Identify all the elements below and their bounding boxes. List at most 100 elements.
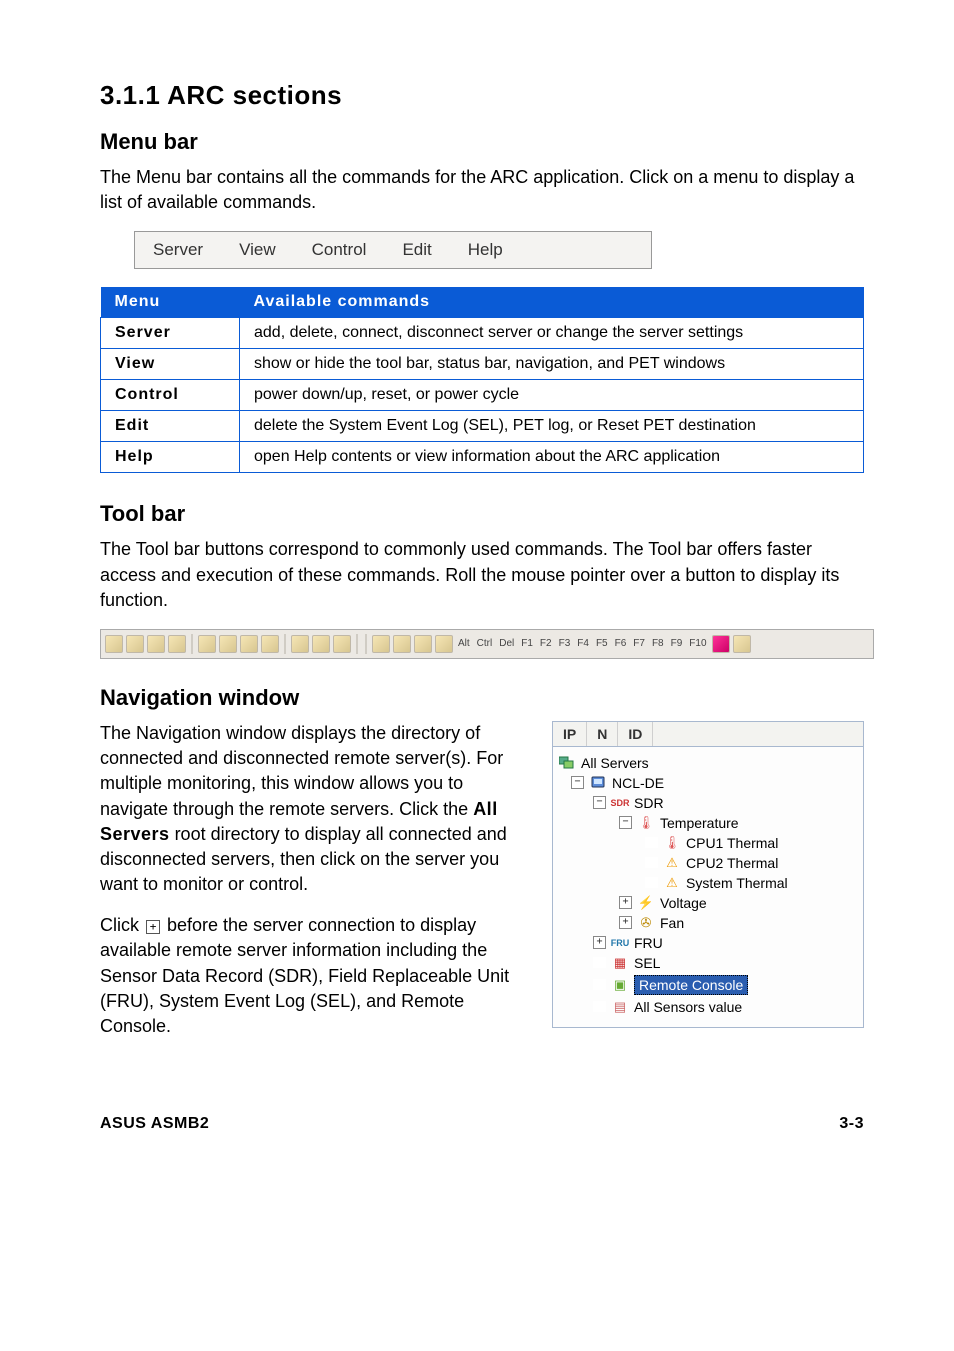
menubar-heading: Menu bar bbox=[100, 129, 864, 155]
toolbar-icon[interactable] bbox=[435, 635, 453, 653]
tab-id[interactable]: ID bbox=[618, 722, 653, 746]
toolbar-key[interactable]: F7 bbox=[633, 638, 645, 649]
tree-temperature[interactable]: − 🌡 Temperature bbox=[559, 813, 857, 833]
menu-edit[interactable]: Edit bbox=[402, 240, 431, 260]
row-desc: show or hide the tool bar, status bar, n… bbox=[240, 349, 864, 380]
toolbar-separator bbox=[365, 634, 367, 654]
toolbar-key[interactable]: F1 bbox=[521, 638, 533, 649]
collapse-icon[interactable]: − bbox=[593, 796, 606, 809]
toolbar-icon[interactable] bbox=[198, 635, 216, 653]
plus-icon: + bbox=[146, 920, 160, 934]
toolbar-key[interactable]: F2 bbox=[540, 638, 552, 649]
toolbar-icon[interactable] bbox=[147, 635, 165, 653]
th-menu: Menu bbox=[101, 287, 240, 318]
toolbar-icon[interactable] bbox=[414, 635, 432, 653]
toolbar-icon[interactable] bbox=[291, 635, 309, 653]
menu-help[interactable]: Help bbox=[468, 240, 503, 260]
toolbar-key[interactable]: Del bbox=[499, 638, 514, 649]
tree-fru[interactable]: + FRU FRU bbox=[559, 933, 857, 953]
navigation-tree-panel: IP N ID All Servers − NCL-DE bbox=[552, 721, 864, 1028]
tree-all-sensors[interactable]: ▤ All Sensors value bbox=[559, 997, 857, 1017]
toolbar-key[interactable]: Ctrl bbox=[477, 638, 493, 649]
toolbar-icon[interactable] bbox=[372, 635, 390, 653]
section-title: 3.1.1 ARC sections bbox=[100, 80, 864, 111]
spacer bbox=[593, 1001, 606, 1012]
navwindow-para1: The Navigation window displays the direc… bbox=[100, 721, 532, 897]
tree-voltage[interactable]: + ⚡ Voltage bbox=[559, 893, 857, 913]
toolbar-key[interactable]: F8 bbox=[652, 638, 664, 649]
tree-fan[interactable]: + ✇ Fan bbox=[559, 913, 857, 933]
spacer bbox=[593, 979, 606, 990]
server-icon bbox=[590, 775, 606, 791]
table-row: Help open Help contents or view informat… bbox=[101, 442, 864, 473]
tree-cpu1-thermal[interactable]: 🌡 CPU1 Thermal bbox=[559, 833, 857, 853]
tree-remote-console[interactable]: ▣ Remote Console bbox=[559, 973, 857, 997]
toolbar-icon[interactable] bbox=[733, 635, 751, 653]
toolbar-icon[interactable] bbox=[393, 635, 411, 653]
spacer bbox=[645, 837, 658, 848]
footer-right: 3-3 bbox=[839, 1115, 864, 1133]
expand-icon[interactable]: + bbox=[619, 916, 632, 929]
expand-icon[interactable]: + bbox=[593, 936, 606, 949]
expand-icon[interactable]: + bbox=[619, 896, 632, 909]
console-icon: ▣ bbox=[612, 977, 628, 993]
toolbar-separator bbox=[284, 634, 286, 654]
toolbar-icon[interactable] bbox=[219, 635, 237, 653]
sel-icon: ▦ bbox=[612, 955, 628, 971]
collapse-icon[interactable]: − bbox=[619, 816, 632, 829]
row-desc: open Help contents or view information a… bbox=[240, 442, 864, 473]
row-desc: power down/up, reset, or power cycle bbox=[240, 380, 864, 411]
thermometer-icon: 🌡 bbox=[664, 835, 680, 851]
toolbar-icon[interactable] bbox=[240, 635, 258, 653]
toolbar-key[interactable]: F5 bbox=[596, 638, 608, 649]
tree-root[interactable]: All Servers bbox=[559, 753, 857, 773]
toolbar-icon[interactable] bbox=[333, 635, 351, 653]
navwindow-heading: Navigation window bbox=[100, 685, 864, 711]
toolbar-icon[interactable] bbox=[105, 635, 123, 653]
toolbar-separator bbox=[356, 634, 358, 654]
row-desc: add, delete, connect, disconnect server … bbox=[240, 318, 864, 349]
toolbar-key[interactable]: F6 bbox=[615, 638, 627, 649]
tab-ip[interactable]: IP bbox=[553, 722, 587, 746]
toolbar-icon[interactable] bbox=[261, 635, 279, 653]
menu-server[interactable]: Server bbox=[153, 240, 203, 260]
row-desc: delete the System Event Log (SEL), PET l… bbox=[240, 411, 864, 442]
toolbar-key[interactable]: F4 bbox=[577, 638, 589, 649]
tree-sdr[interactable]: − SDR SDR bbox=[559, 793, 857, 813]
sensors-icon: ▤ bbox=[612, 999, 628, 1015]
th-commands: Available commands bbox=[240, 287, 864, 318]
voltage-icon: ⚡ bbox=[638, 895, 654, 911]
toolbar-separator bbox=[191, 634, 193, 654]
spacer bbox=[593, 957, 606, 968]
table-row: Server add, delete, connect, disconnect … bbox=[101, 318, 864, 349]
collapse-icon[interactable]: − bbox=[571, 776, 584, 789]
servers-icon bbox=[559, 755, 575, 771]
toolbar-heading: Tool bar bbox=[100, 501, 864, 527]
spacer bbox=[645, 857, 658, 868]
tree-sel[interactable]: ▦ SEL bbox=[559, 953, 857, 973]
toolbar-key[interactable]: F9 bbox=[671, 638, 683, 649]
row-name: Server bbox=[101, 318, 240, 349]
selected-node: Remote Console bbox=[634, 975, 748, 995]
toolbar-key[interactable]: Alt bbox=[458, 638, 470, 649]
toolbar-para: The Tool bar buttons correspond to commo… bbox=[100, 537, 864, 613]
tree-server[interactable]: − NCL-DE bbox=[559, 773, 857, 793]
menu-control[interactable]: Control bbox=[312, 240, 367, 260]
row-name: Help bbox=[101, 442, 240, 473]
footer-left: ASUS ASMB2 bbox=[100, 1115, 209, 1133]
toolbar-icon[interactable] bbox=[168, 635, 186, 653]
toolbar-key[interactable]: F3 bbox=[559, 638, 571, 649]
toolbar-icon[interactable] bbox=[312, 635, 330, 653]
toolbar-icon[interactable] bbox=[126, 635, 144, 653]
tree-system-thermal[interactable]: ⚠ System Thermal bbox=[559, 873, 857, 893]
tree-cpu2-thermal[interactable]: ⚠ CPU2 Thermal bbox=[559, 853, 857, 873]
fru-icon: FRU bbox=[612, 935, 628, 951]
toolbar-key[interactable]: F10 bbox=[689, 638, 706, 649]
toolbar-icon[interactable] bbox=[712, 635, 730, 653]
table-row: Control power down/up, reset, or power c… bbox=[101, 380, 864, 411]
tab-n[interactable]: N bbox=[587, 722, 618, 746]
thermometer-icon: 🌡 bbox=[638, 815, 654, 831]
menu-view[interactable]: View bbox=[239, 240, 276, 260]
row-name: Control bbox=[101, 380, 240, 411]
warning-icon: ⚠ bbox=[664, 875, 680, 891]
